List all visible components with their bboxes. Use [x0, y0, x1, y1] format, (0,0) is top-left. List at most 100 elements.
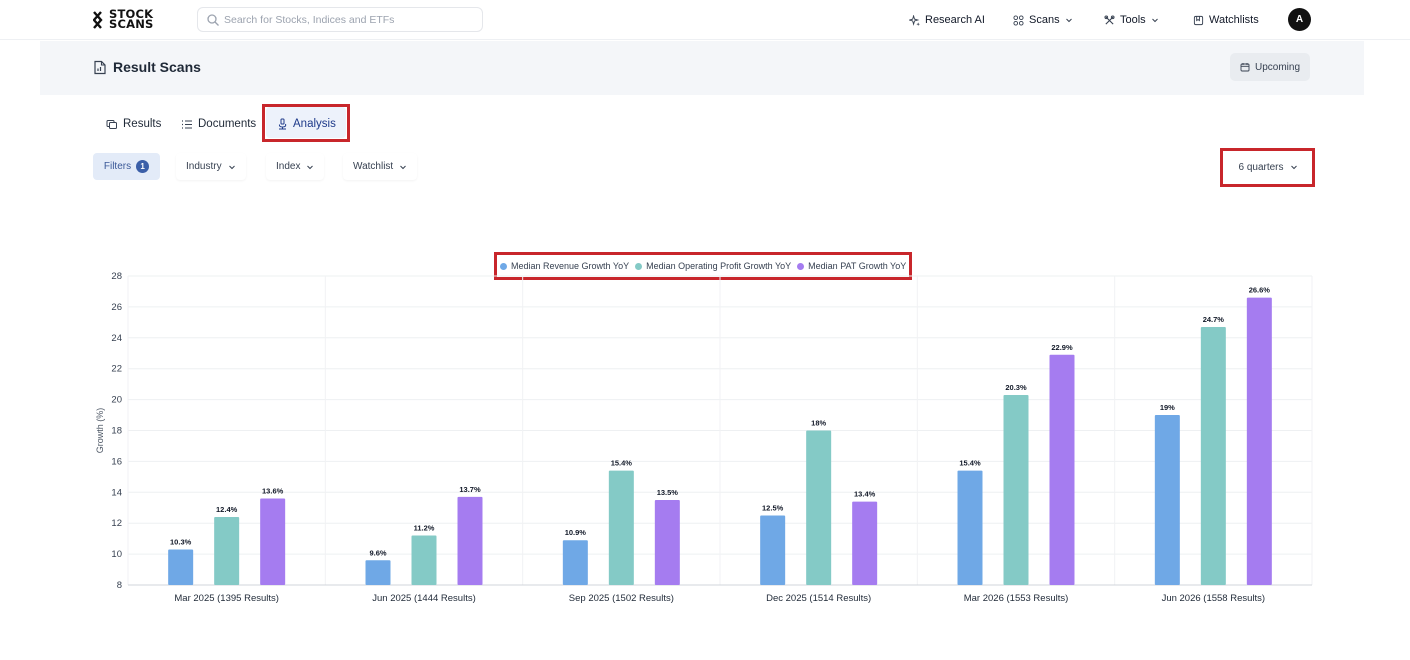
- industry-dropdown[interactable]: Industry: [176, 153, 246, 180]
- index-dropdown[interactable]: Index: [266, 153, 325, 180]
- y-axis-label: Growth (%): [95, 408, 105, 454]
- chevron-down-icon: [1151, 18, 1158, 23]
- user-avatar[interactable]: A: [1288, 8, 1311, 31]
- bar-pat: [1049, 354, 1075, 585]
- data-label: 9.6%: [369, 548, 386, 557]
- calendar-icon: [1240, 63, 1250, 72]
- bar-revenue: [957, 470, 983, 585]
- bar-operating: [1200, 326, 1226, 585]
- bar-pat: [1246, 297, 1272, 585]
- nav-watchlists[interactable]: Watchlists: [1193, 12, 1259, 28]
- nav-tools[interactable]: Tools: [1104, 12, 1159, 28]
- tools-icon: [1104, 14, 1115, 25]
- bar-operating: [608, 470, 634, 585]
- x-tick-label: Mar 2025 (1395 Results): [174, 593, 279, 604]
- data-label: 22.9%: [1051, 343, 1073, 352]
- analysis-tab-highlight: [262, 104, 350, 142]
- chevron-down-icon: [400, 165, 407, 169]
- logo-text: STOCK SCANS: [109, 7, 154, 31]
- bar-pat: [457, 496, 483, 585]
- bar-revenue: [365, 560, 391, 585]
- watchlist-label: Watchlist: [353, 161, 394, 172]
- filters-button[interactable]: Filters 1: [93, 153, 160, 180]
- search-input[interactable]: [224, 11, 474, 29]
- tab-results-label: Results: [123, 118, 162, 130]
- list-icon: [182, 119, 192, 129]
- tab-documents-label: Documents: [198, 118, 257, 130]
- watchlist-dropdown[interactable]: Watchlist: [343, 153, 418, 180]
- nav-scans-label: Scans: [1029, 14, 1060, 26]
- grid-icon: [1013, 14, 1024, 26]
- y-tick-label: 24: [111, 333, 122, 344]
- upcoming-button[interactable]: Upcoming: [1230, 53, 1310, 81]
- x-tick-label: Dec 2025 (1514 Results): [766, 593, 871, 604]
- top-navbar: STOCK SCANS Research AI Scans: [0, 0, 1410, 40]
- search-box[interactable]: [197, 7, 483, 32]
- data-label: 13.7%: [459, 485, 481, 494]
- nav-research-ai[interactable]: Research AI: [909, 12, 985, 28]
- stockscans-logo[interactable]: STOCK SCANS: [93, 7, 161, 31]
- data-label: 12.5%: [762, 503, 784, 512]
- data-label: 15.4%: [611, 459, 633, 468]
- chevron-down-icon: [228, 165, 235, 169]
- search-icon: [207, 14, 219, 26]
- industry-label: Industry: [186, 161, 222, 172]
- nav-tools-label: Tools: [1120, 14, 1146, 26]
- x-tick-label: Mar 2026 (1553 Results): [964, 593, 1069, 604]
- data-label: 11.2%: [414, 524, 435, 533]
- nav-watchlists-label: Watchlists: [1209, 14, 1259, 26]
- x-tick-label: Jun 2026 (1558 Results): [1162, 593, 1266, 604]
- quarters-highlight: [1220, 148, 1315, 187]
- bookmark-icon: [1193, 15, 1204, 25]
- x-tick-label: Sep 2025 (1502 Results): [569, 593, 674, 604]
- upcoming-label: Upcoming: [1254, 61, 1301, 73]
- bar-operating: [214, 517, 240, 585]
- data-label: 10.9%: [565, 528, 587, 537]
- growth-bar-chart: 8 10 12 14 16 18 20 22 24 26 28 Growth (%) 10.3% 12.4…: [95, 271, 1313, 604]
- bar-pat: [260, 498, 286, 585]
- document-chart-icon: [94, 60, 106, 74]
- chevron-down-icon: [307, 165, 314, 169]
- tab-results[interactable]: Results: [106, 115, 161, 133]
- tab-documents[interactable]: Documents: [181, 115, 256, 133]
- data-label: 13.4%: [854, 490, 876, 499]
- data-label: 12.4%: [216, 505, 238, 514]
- y-tick-label: 10: [111, 549, 122, 560]
- results-icon: [106, 119, 117, 129]
- y-tick-label: 8: [117, 580, 122, 591]
- nav-research-ai-label: Research AI: [925, 14, 985, 26]
- bar-revenue: [1154, 415, 1180, 585]
- page-title: Result Scans: [93, 59, 201, 75]
- data-label: 13.5%: [657, 488, 679, 497]
- bar-pat: [852, 501, 878, 585]
- y-tick-label: 26: [111, 302, 122, 313]
- y-tick-label: 16: [111, 456, 122, 467]
- filters-count-badge: 1: [136, 160, 150, 173]
- legend-highlight: [494, 252, 912, 280]
- data-label: 13.6%: [262, 486, 284, 495]
- nav-scans[interactable]: Scans: [1013, 12, 1073, 28]
- x-tick-label: Jun 2025 (1444 Results): [372, 593, 476, 604]
- chevron-down-icon: [1065, 18, 1072, 23]
- bar-operating: [411, 535, 437, 585]
- y-tick-label: 18: [111, 426, 122, 437]
- page-title-text: Result Scans: [113, 59, 201, 75]
- data-label: 10.3%: [170, 537, 192, 546]
- y-tick-label: 22: [111, 364, 122, 375]
- y-tick-label: 14: [111, 487, 122, 498]
- bar-revenue: [760, 515, 786, 585]
- y-tick-label: 12: [111, 518, 122, 529]
- data-label: 20.3%: [1005, 383, 1027, 392]
- index-label: Index: [276, 161, 301, 172]
- data-label: 24.7%: [1203, 315, 1225, 324]
- data-label: 15.4%: [959, 459, 981, 468]
- bar-revenue: [562, 540, 588, 585]
- y-tick-label: 20: [111, 395, 122, 406]
- y-tick-label: 28: [111, 271, 122, 282]
- data-label: 26.6%: [1249, 286, 1271, 295]
- bar-operating: [806, 430, 832, 585]
- bar-pat: [654, 500, 680, 585]
- data-label: 18%: [811, 419, 826, 428]
- sparkle-icon: [909, 14, 920, 26]
- data-label: 19%: [1160, 403, 1175, 412]
